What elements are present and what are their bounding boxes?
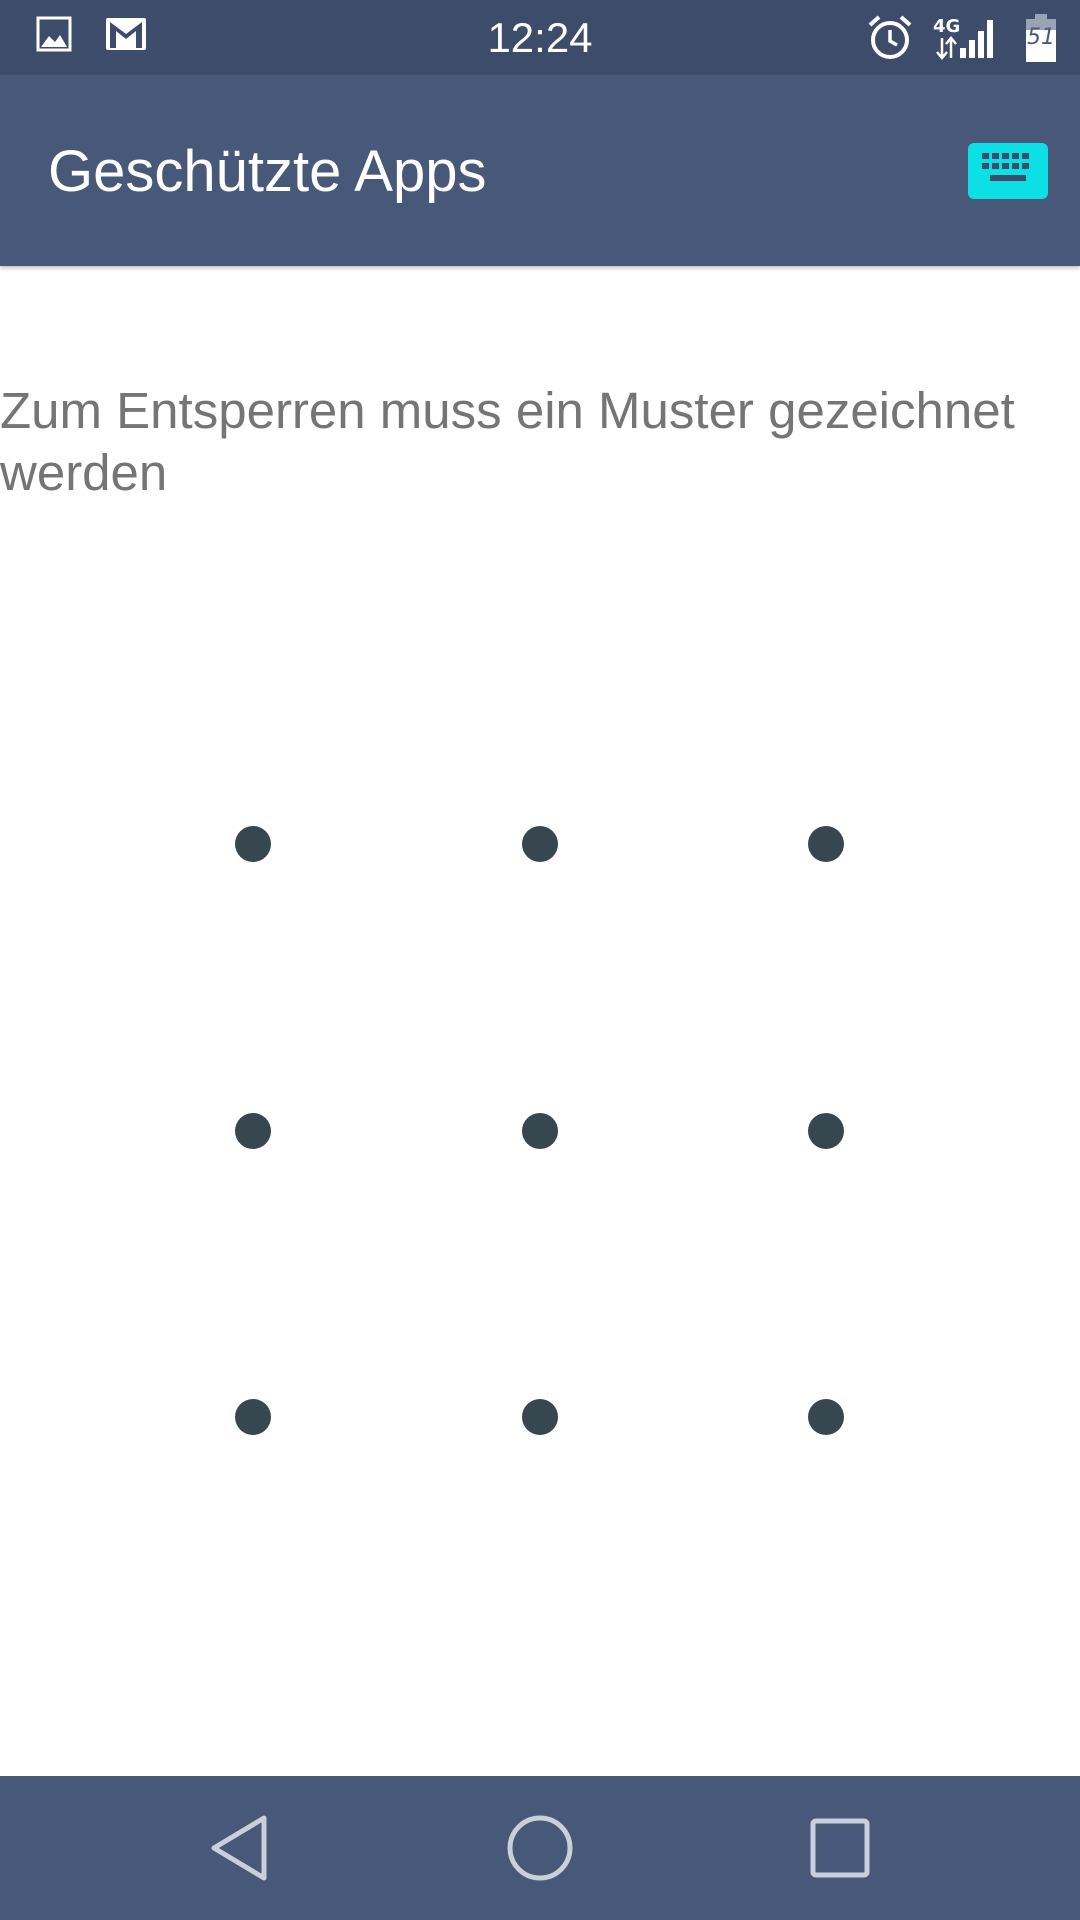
status-time: 12:24 <box>487 14 593 61</box>
pattern-dot-4[interactable] <box>235 1113 271 1149</box>
battery-icon: 51 <box>1026 14 1056 62</box>
pattern-dot-6[interactable] <box>808 1113 844 1149</box>
pattern-dot-5[interactable] <box>522 1113 558 1149</box>
network-type-label: 4G <box>933 16 960 37</box>
pattern-dot-2[interactable] <box>522 826 558 862</box>
keyboard-toggle-button[interactable] <box>968 143 1048 199</box>
pattern-dot-1[interactable] <box>235 826 271 862</box>
unlock-instruction: Zum Entsperren muss ein Muster gezeichne… <box>0 382 1015 501</box>
pattern-dot-9[interactable] <box>808 1399 844 1435</box>
pattern-dot-8[interactable] <box>522 1399 558 1435</box>
home-button[interactable] <box>500 1808 580 1888</box>
battery-level: 51 <box>1027 25 1055 50</box>
pattern-dot-3[interactable] <box>808 826 844 862</box>
recents-button[interactable] <box>800 1808 880 1888</box>
page-title: Geschützte Apps <box>48 139 487 204</box>
pattern-lock-grid[interactable] <box>0 0 1080 1920</box>
alarm-icon <box>866 14 914 62</box>
navigation-bar <box>0 1776 1080 1920</box>
keyboard-icon <box>982 153 1029 181</box>
back-button[interactable] <box>200 1808 280 1888</box>
app-bar: Geschützte Apps <box>0 75 1080 266</box>
signal-4g-icon: 4G <box>932 14 1004 62</box>
recents-icon <box>810 1818 870 1878</box>
home-icon <box>507 1815 573 1881</box>
back-icon <box>211 1815 267 1881</box>
pattern-dot-7[interactable] <box>235 1399 271 1435</box>
status-bar: 12:24 4G 51 <box>0 0 1080 75</box>
